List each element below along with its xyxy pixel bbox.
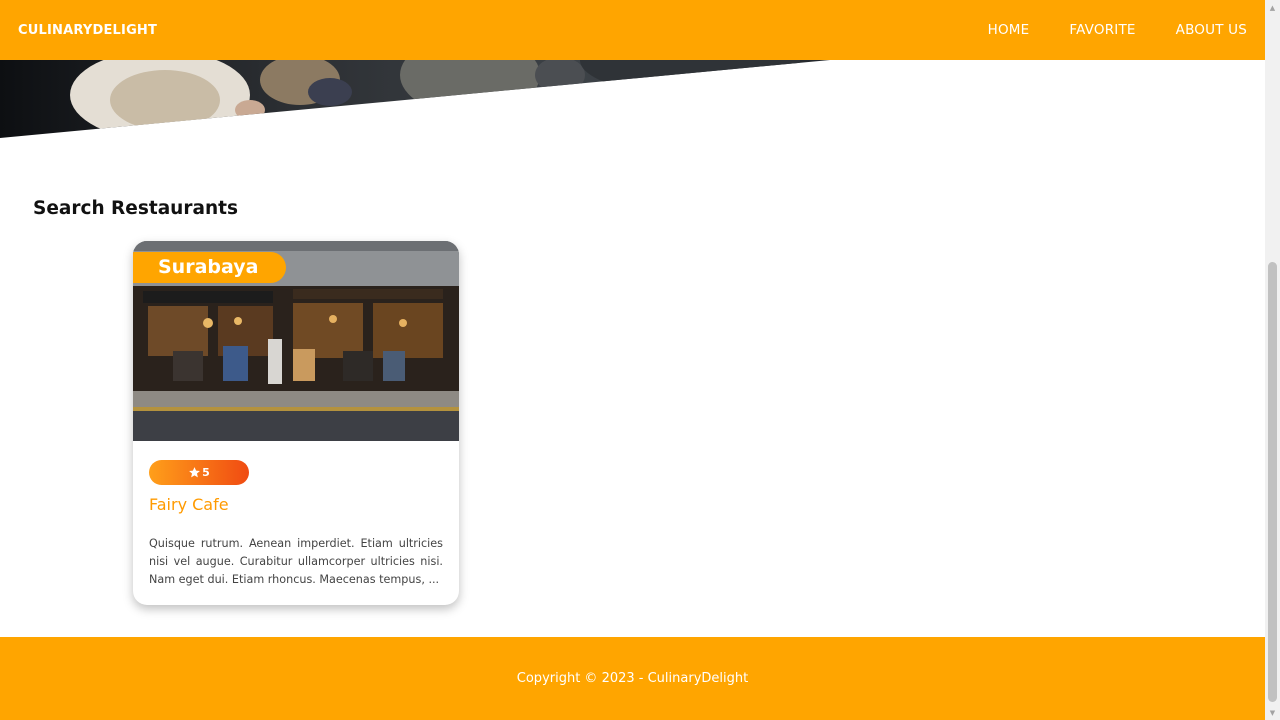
- arrow-down-icon[interactable]: ▼: [1265, 705, 1280, 720]
- restaurant-name[interactable]: Fairy Cafe: [149, 495, 229, 514]
- nav-favorite-link[interactable]: FAVORITE: [1069, 22, 1135, 38]
- page-scrollbar[interactable]: ▲ ▼: [1265, 0, 1280, 720]
- restaurant-description: Quisque rutrum. Aenean imperdiet. Etiam …: [149, 537, 443, 586]
- scrollbar-thumb[interactable]: [1268, 262, 1277, 702]
- main-nav: HOME FAVORITE ABOUT US: [948, 22, 1247, 38]
- city-badge: Surabaya: [133, 252, 286, 283]
- top-navbar: CULINARYDELIGHT HOME FAVORITE ABOUT US: [0, 0, 1265, 60]
- nav-home-link[interactable]: HOME: [988, 22, 1030, 38]
- section-title: Search Restaurants: [33, 198, 238, 219]
- brand-logo[interactable]: CULINARYDELIGHT: [18, 23, 157, 38]
- arrow-up-icon[interactable]: ▲: [1265, 0, 1280, 15]
- star-icon: [189, 467, 201, 478]
- rating-value: 5: [202, 466, 210, 479]
- copyright-text: Copyright © 2023 - CulinaryDelight: [516, 671, 749, 686]
- nav-about-link[interactable]: ABOUT US: [1176, 22, 1247, 38]
- footer: Copyright © 2023 - CulinaryDelight: [0, 637, 1265, 720]
- rating-badge: 5: [149, 460, 249, 485]
- restaurant-card[interactable]: Surabaya 5 Fairy Cafe Quisque rutrum. Ae…: [133, 241, 459, 605]
